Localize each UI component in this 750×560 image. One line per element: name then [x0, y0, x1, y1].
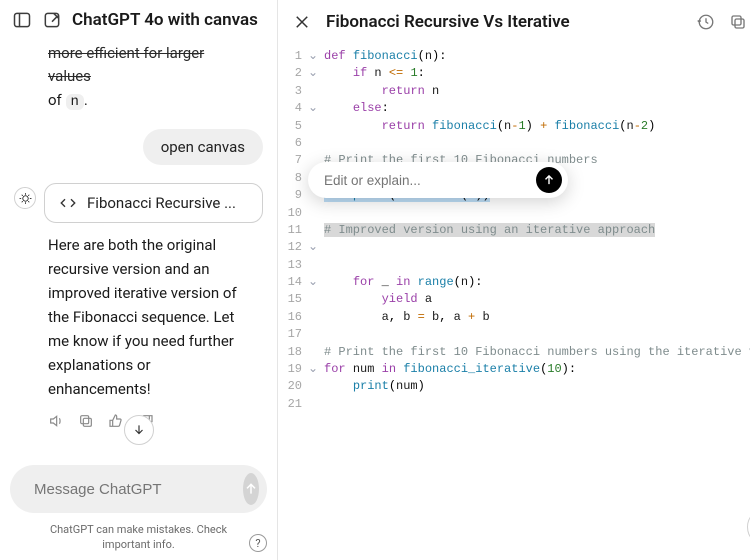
canvas-header: Fibonacci Recursive Vs Iterative — [278, 0, 750, 42]
code-line[interactable]: 2⌄ if n <= 1: — [278, 65, 750, 82]
assistant-row: Fibonacci Recursive ... — [14, 183, 263, 223]
copy-icon[interactable] — [78, 413, 94, 429]
thumbs-up-icon[interactable] — [108, 413, 124, 429]
message-actions — [48, 413, 263, 429]
disclaimer-text: ChatGPT can make mistakes. Check importa… — [50, 523, 227, 552]
code-line[interactable]: 18# Print the first 10 Fibonacci numbers… — [278, 344, 750, 361]
close-icon[interactable] — [292, 12, 312, 32]
canvas-panel: Fibonacci Recursive Vs Iterative 1⌄def f… — [278, 0, 750, 560]
code-line[interactable]: 21 — [278, 396, 750, 413]
chat-input-bar — [10, 465, 267, 513]
canvas-document-chip[interactable]: Fibonacci Recursive ... — [44, 183, 263, 223]
chat-scroll: more efficient for larger values of n. o… — [0, 38, 277, 455]
disclaimer-row: ChatGPT can make mistakes. Check importa… — [0, 523, 277, 560]
code-editor[interactable]: 1⌄def fibonacci(n):2⌄ if n <= 1:3 return… — [278, 42, 750, 560]
assistant-message: Here are both the original recursive ver… — [48, 233, 255, 401]
code-line[interactable]: 19⌄for num in fibonacci_iterative(10): — [278, 361, 750, 378]
user-message-open-canvas: open canvas — [14, 129, 263, 165]
inline-edit-popover — [308, 162, 568, 198]
code-icon — [59, 194, 77, 212]
inline-edit-send-button[interactable] — [536, 167, 562, 193]
code-line[interactable]: 6 — [278, 135, 750, 152]
assistant-avatar-icon — [14, 187, 36, 209]
chat-panel: ChatGPT 4o with canvas more efficient fo… — [0, 0, 278, 560]
model-title[interactable]: ChatGPT 4o with canvas — [72, 10, 258, 30]
history-icon[interactable] — [697, 13, 715, 31]
canvas-header-actions — [697, 10, 750, 34]
code-line[interactable]: 10 — [278, 205, 750, 222]
canvas-chip-label: Fibonacci Recursive ... — [87, 194, 236, 212]
code-line[interactable]: 3 return n — [278, 83, 750, 100]
code-line[interactable]: 11# Improved version using an iterative … — [278, 222, 750, 239]
inline-edit-input[interactable] — [324, 173, 528, 188]
app-root: ChatGPT 4o with canvas more efficient fo… — [0, 0, 750, 560]
read-aloud-icon[interactable] — [48, 413, 64, 429]
truncated-message: more efficient for larger values of n. — [48, 42, 233, 113]
copy-code-icon[interactable] — [729, 13, 747, 31]
code-line[interactable]: 14⌄ for _ in range(n): — [278, 274, 750, 291]
chat-header: ChatGPT 4o with canvas — [0, 0, 277, 38]
open-canvas-pill[interactable]: open canvas — [143, 129, 263, 165]
scroll-to-bottom-button[interactable] — [124, 415, 154, 445]
sidebar-toggle-icon[interactable] — [12, 10, 32, 30]
code-line[interactable]: 12⌄ — [278, 239, 750, 256]
code-line[interactable]: 17 — [278, 326, 750, 343]
document-title: Fibonacci Recursive Vs Iterative — [326, 12, 570, 32]
new-chat-icon[interactable] — [42, 10, 62, 30]
code-line[interactable]: 4⌄ else: — [278, 100, 750, 117]
help-icon[interactable]: ? — [249, 534, 267, 552]
code-line[interactable]: 5 return fibonacci(n-1) + fibonacci(n-2) — [278, 118, 750, 135]
code-line[interactable]: 15 yield a — [278, 291, 750, 308]
code-line[interactable]: 13 — [278, 257, 750, 274]
code-line[interactable]: 1⌄def fibonacci(n): — [278, 48, 750, 65]
code-line[interactable]: 20 print(num) — [278, 378, 750, 395]
send-button[interactable] — [243, 473, 259, 505]
chat-input[interactable] — [34, 481, 233, 498]
code-line[interactable]: 16 a, b = b, a + b — [278, 309, 750, 326]
